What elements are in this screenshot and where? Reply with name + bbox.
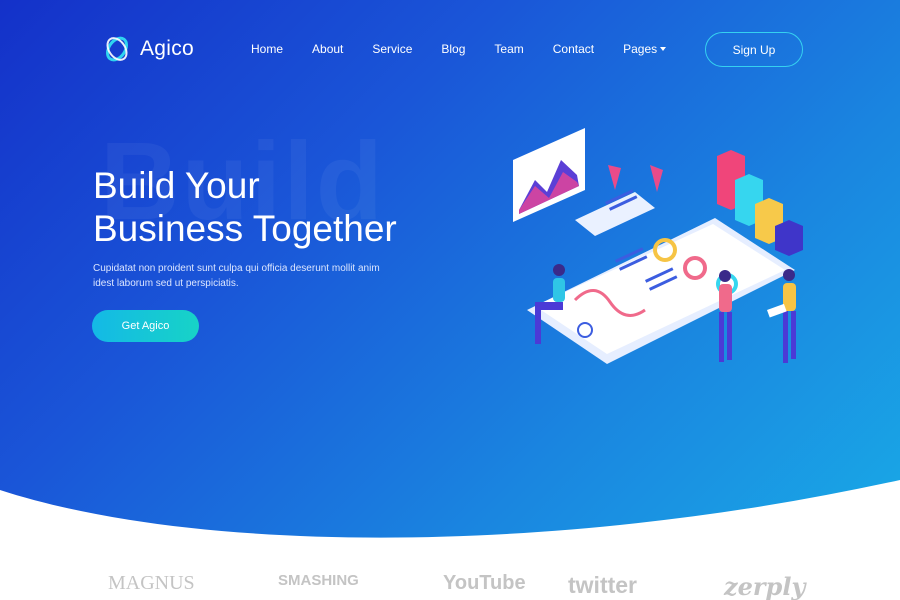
hero-subtext: Cupidatat non proident sunt culpa qui of… — [93, 263, 380, 289]
nav-about[interactable]: About — [312, 42, 343, 56]
partner-logo-smashing: SMASHING — [278, 572, 359, 589]
chart-card-illustration — [513, 128, 585, 222]
partner-logo-zerply: zerply — [724, 572, 806, 600]
hero-headline-line1: Build Your — [93, 165, 260, 206]
logo-text: Agico — [140, 37, 195, 60]
logo[interactable]: Agico — [102, 34, 194, 64]
business-illustration — [513, 128, 803, 364]
nav-pages[interactable]: Pages — [623, 42, 667, 56]
chevron-down-icon — [660, 47, 667, 51]
nav-team[interactable]: Team — [494, 42, 523, 56]
hero-headline: Build Your Business Together — [93, 164, 397, 250]
nav-home[interactable]: Home — [251, 42, 283, 56]
partner-logo-magnus: MAGNUS — [108, 572, 195, 594]
sign-up-button[interactable]: Sign Up — [705, 32, 803, 67]
hero-section: Build Agico Home About Service Blog Team… — [0, 0, 900, 540]
logo-icon — [105, 36, 129, 62]
partner-logos: MAGNUS SMASHING YouTube twitter zerply — [0, 572, 900, 600]
get-agico-button[interactable]: Get Agico — [92, 310, 199, 342]
nav-blog[interactable]: Blog — [441, 42, 465, 56]
partner-logo-youtube: YouTube — [443, 572, 526, 594]
nav-pages-label: Pages — [623, 42, 658, 56]
tablet-illustration — [527, 218, 795, 364]
hero-headline-line2: Business Together — [93, 208, 397, 249]
partner-logo-twitter: twitter — [568, 572, 637, 598]
nav-service[interactable]: Service — [372, 42, 412, 56]
nav-contact[interactable]: Contact — [553, 42, 594, 56]
main-nav: Home About Service Blog Team Contact Pag… — [251, 42, 667, 56]
